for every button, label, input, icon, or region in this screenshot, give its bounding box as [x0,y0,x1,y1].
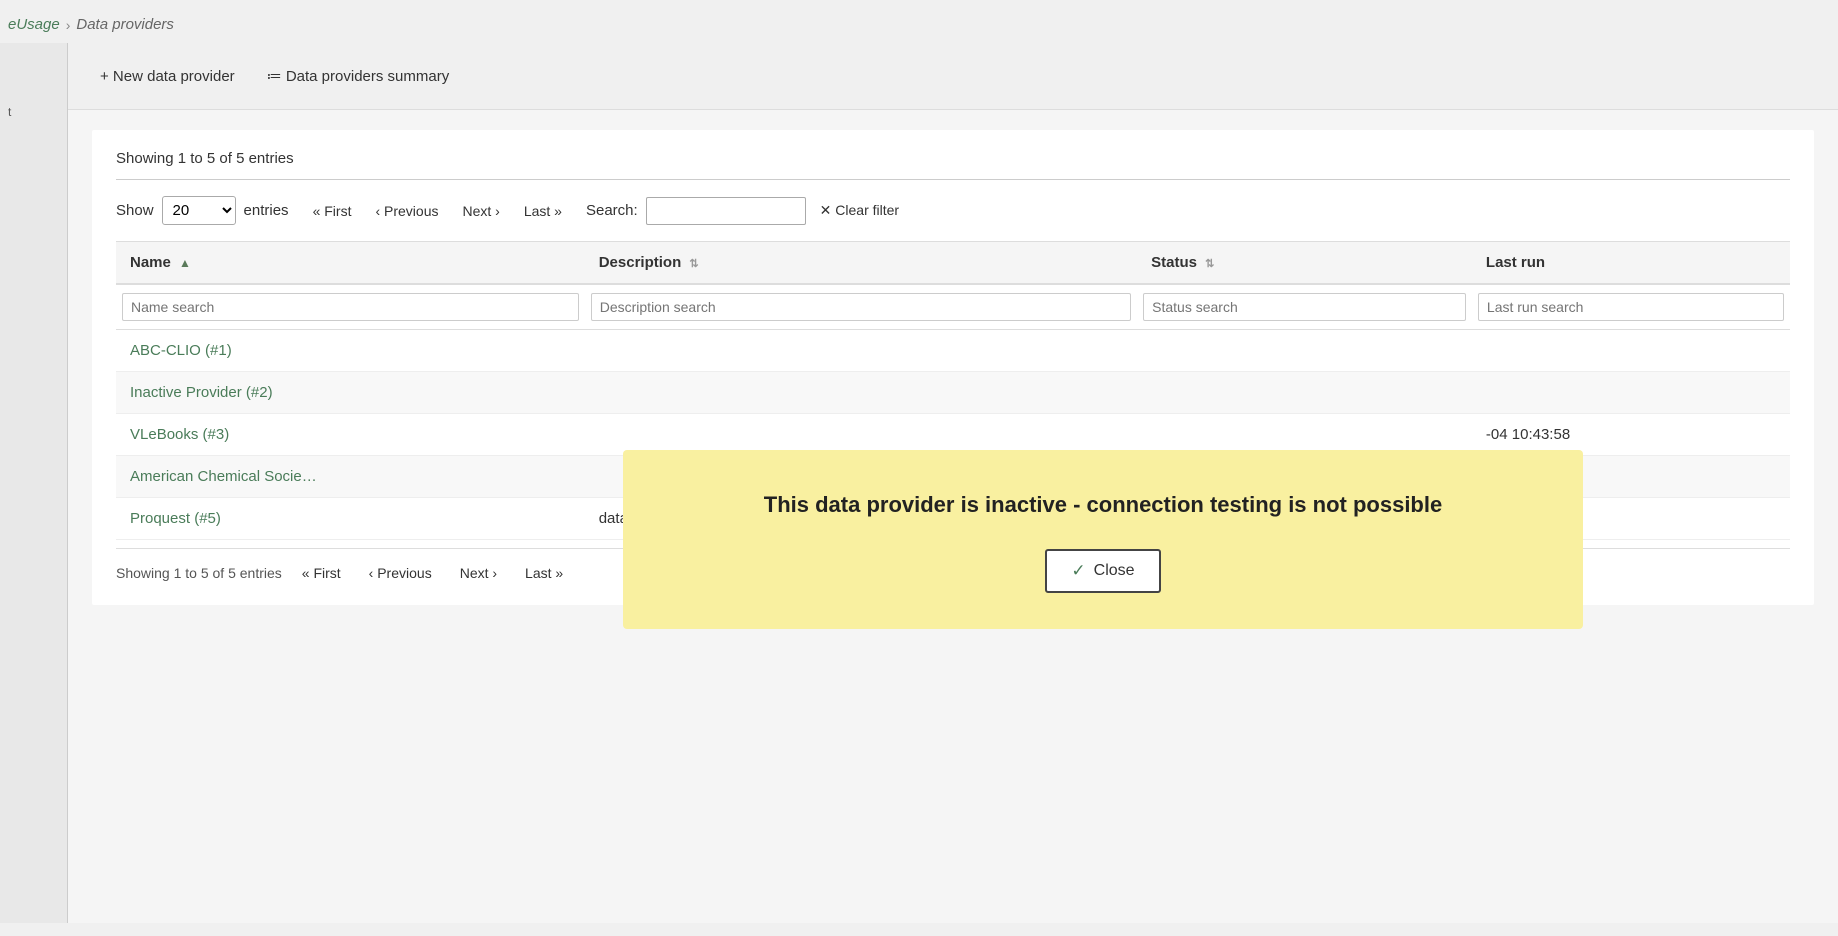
showing-info-top: Showing 1 to 5 of 5 entries [116,150,1790,167]
modal-close-label: Close [1094,562,1135,580]
status-search-input[interactable] [1143,293,1466,321]
breadcrumb-current: Data providers [76,16,174,33]
column-header-name[interactable]: Name ▲ [116,242,585,285]
breadcrumb-home[interactable]: eUsage [8,16,60,33]
sidebar: t [0,43,68,923]
provider-name-link[interactable]: VLeBooks (#3) [130,426,229,443]
table-container: Showing 1 to 5 of 5 entries Show 20 50 1… [92,130,1814,605]
column-header-status[interactable]: Status ⇅ [1137,242,1472,285]
name-search-cell [116,284,585,330]
first-button[interactable]: « First [305,199,360,223]
sort-asc-icon: ▲ [179,256,191,270]
provider-name-link[interactable]: Proquest (#5) [130,510,221,527]
modal-overlay: This data provider is inactive - connect… [412,450,1794,629]
table-row: Inactive Provider (#2) [116,372,1790,414]
new-provider-label: + New data provider [100,68,235,85]
table-row: ABC-CLIO (#1) [116,330,1790,372]
description-search-cell [585,284,1137,330]
provider-name-link[interactable]: American Chemical Socie… [130,468,317,485]
sidebar-label: t [4,103,15,121]
bottom-first-button[interactable]: « First [294,561,349,585]
modal-box: This data provider is inactive - connect… [623,450,1583,629]
toolbar: + New data provider ≔ Data providers sum… [68,43,1838,110]
showing-info-bottom: Showing 1 to 5 of 5 entries [116,565,282,581]
cell-lastrun [1472,330,1790,372]
divider [116,179,1790,180]
cell-lastrun [1472,372,1790,414]
status-search-cell [1137,284,1472,330]
sort-both-icon-desc: ⇅ [689,258,698,270]
table-header-row: Name ▲ Description ⇅ Status ⇅ Last run [116,242,1790,285]
modal-message: This data provider is inactive - connect… [671,490,1535,521]
previous-button[interactable]: ‹ Previous [367,199,446,223]
entries-select[interactable]: 20 50 100 [162,196,236,225]
entries-label: entries [244,202,289,219]
summary-label: ≔ Data providers summary [267,67,450,85]
lastrun-search-input[interactable] [1478,293,1784,321]
breadcrumb-separator: › [66,17,71,33]
new-data-provider-button[interactable]: + New data provider [100,64,235,89]
search-label: Search: [586,202,638,219]
cell-description [585,330,1137,372]
pagination-controls: Show 20 50 100 entries « First ‹ Previou… [116,196,1790,225]
provider-name-link[interactable]: Inactive Provider (#2) [130,384,273,401]
data-providers-summary-button[interactable]: ≔ Data providers summary [267,63,450,89]
next-button[interactable]: Next › [454,199,507,223]
cell-status [1137,330,1472,372]
search-input[interactable] [646,197,806,225]
main-content: + New data provider ≔ Data providers sum… [68,43,1838,923]
name-search-input[interactable] [122,293,579,321]
modal-close-button[interactable]: ✓ Close [1045,549,1160,593]
cell-description [585,372,1137,414]
show-label: Show [116,202,154,219]
lastrun-search-cell [1472,284,1790,330]
check-icon: ✓ [1071,561,1085,581]
cell-name: Inactive Provider (#2) [116,372,585,414]
clear-filter-button[interactable]: ✕ Clear filter [814,198,905,223]
column-header-description[interactable]: Description ⇅ [585,242,1137,285]
last-button[interactable]: Last » [516,199,570,223]
description-search-input[interactable] [591,293,1131,321]
column-search-row [116,284,1790,330]
provider-name-link[interactable]: ABC-CLIO (#1) [130,342,232,359]
cell-name: ABC-CLIO (#1) [116,330,585,372]
cell-status [1137,372,1472,414]
column-header-lastrun: Last run [1472,242,1790,285]
sort-both-icon-status: ⇅ [1205,258,1214,270]
breadcrumb: eUsage › Data providers [0,0,1838,43]
